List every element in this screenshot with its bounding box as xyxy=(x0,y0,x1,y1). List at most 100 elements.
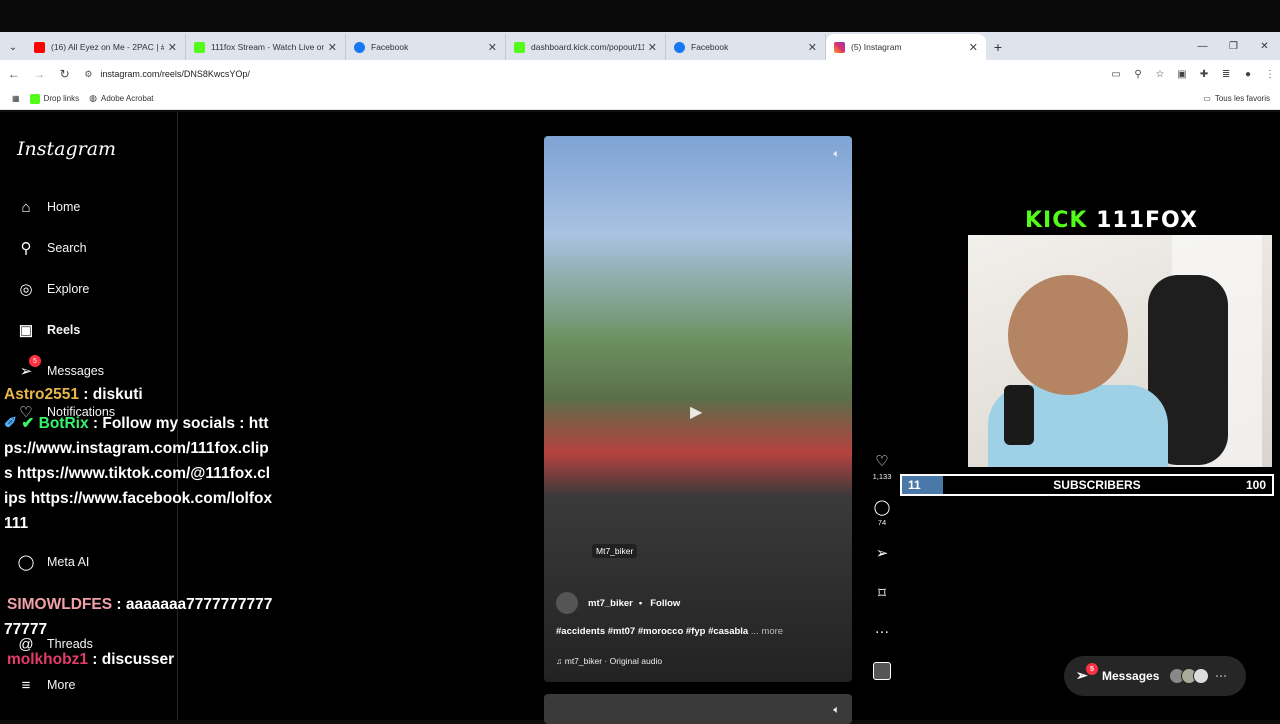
messages-badge: 5 xyxy=(29,355,41,367)
tab-title: Facebook xyxy=(691,42,729,52)
sidebar-item-search[interactable]: ⚲ Search xyxy=(17,239,87,257)
sidebar-item-reels[interactable]: ▣ Reels xyxy=(17,321,80,339)
user-tag[interactable]: Mt7_biker xyxy=(592,544,638,558)
share-action[interactable]: ➢ xyxy=(870,544,894,562)
menu-dots-icon[interactable]: ⋮ xyxy=(1260,64,1280,84)
apps-grid-icon[interactable]: ▦ xyxy=(12,94,20,103)
reel-author: mt7_biker • Follow xyxy=(556,592,680,614)
tab-kick-stream[interactable]: 111fox Stream - Watch Live on ✕ xyxy=(186,34,346,60)
tab-kick-dashboard[interactable]: dashboard.kick.com/popout/11 ✕ xyxy=(506,34,666,60)
address-bar[interactable]: ⚙ instagram.com/reels/DNS8KwcsYOp/ xyxy=(84,63,1090,85)
reel-audio[interactable]: ♫ mt7_biker · Original audio xyxy=(556,656,662,666)
sidebar-item-label: Explore xyxy=(47,282,90,296)
tab-title: dashboard.kick.com/popout/11 xyxy=(531,42,644,52)
cast-icon[interactable]: ▭ xyxy=(1106,64,1126,84)
tab-facebook-2[interactable]: Facebook ✕ xyxy=(666,34,826,60)
menu-icon: ≡ xyxy=(21,676,31,694)
save-action[interactable]: ⌑ xyxy=(870,584,894,602)
tab-facebook[interactable]: Facebook ✕ xyxy=(346,34,506,60)
sidebar-item-label: Home xyxy=(47,200,81,214)
play-icon[interactable]: ▶ xyxy=(690,402,702,422)
folder-icon: ▭ xyxy=(1203,94,1211,103)
comment-icon[interactable]: ◯ xyxy=(870,498,894,516)
close-icon[interactable]: ✕ xyxy=(969,41,978,54)
kick-logo-text: KICK xyxy=(1025,208,1088,233)
sidebar-item-home[interactable]: ⌂ Home xyxy=(17,198,80,216)
bookmark-drop-links[interactable]: Drop links xyxy=(29,93,80,104)
avatar xyxy=(1193,668,1210,684)
forward-icon[interactable]: → xyxy=(27,62,50,86)
minimize-icon[interactable]: — xyxy=(1187,32,1218,60)
sidebar-item-more[interactable]: ≡ More xyxy=(17,676,76,694)
sidebar-item-explore[interactable]: ◎ Explore xyxy=(17,280,89,298)
reload-icon[interactable]: ↻ xyxy=(53,62,76,86)
bookmark-label: Drop links xyxy=(43,94,80,103)
separator-dot: • xyxy=(638,597,643,609)
close-window-icon[interactable]: ✕ xyxy=(1249,32,1280,60)
caption-text: #accidents #mt07 #morocco #fyp #casabla xyxy=(556,626,749,637)
bookmark-icon[interactable]: ⌑ xyxy=(870,584,894,602)
facebook-icon xyxy=(354,41,365,53)
channel-name: 111FOX xyxy=(1096,208,1198,233)
bot-badge-icon: ✐ xyxy=(4,415,17,432)
url-text: instagram.com/reels/DNS8KwcsYOp/ xyxy=(100,69,250,79)
tab-instagram[interactable]: (5) Instagram ✕ xyxy=(826,34,986,60)
instagram-logo[interactable]: Instagram xyxy=(17,138,116,160)
stream-cam-title: KICK 111FOX xyxy=(1025,208,1198,233)
bookmark-adobe-acrobat[interactable]: ◍ Adobe Acrobat xyxy=(89,93,153,104)
avatar[interactable] xyxy=(556,592,578,614)
sidebar-item-meta-ai[interactable]: ◯ Meta AI xyxy=(17,553,90,571)
close-icon[interactable]: ✕ xyxy=(648,41,657,54)
close-icon[interactable]: ✕ xyxy=(328,41,337,54)
more-options-action[interactable]: … xyxy=(870,620,894,637)
like-action[interactable]: ♡ 1,133 xyxy=(870,452,894,481)
follow-button[interactable]: Follow xyxy=(650,598,680,609)
tab-title: (5) Instagram xyxy=(851,42,902,52)
sidebar-item-label: Messages xyxy=(47,364,104,378)
media-icon[interactable]: ≣ xyxy=(1216,64,1236,84)
tab-strip: ⌄ (16) All Eyez on Me - 2PAC | # ✕ 111fo… xyxy=(0,32,1280,60)
messages-pill[interactable]: ➢ 5 Messages ··· xyxy=(1064,656,1246,696)
puzzle-icon[interactable]: ✚ xyxy=(1194,64,1214,84)
site-info-icon[interactable]: ⚙ xyxy=(84,69,92,80)
bookmarks-bar: ▦ Drop links ◍ Adobe Acrobat ▭ Tous les … xyxy=(0,88,1280,110)
compass-icon: ◎ xyxy=(19,281,33,298)
sidebar-item-messages[interactable]: ➢ 5 Messages xyxy=(17,355,104,380)
tab-youtube[interactable]: (16) All Eyez on Me - 2PAC | # ✕ xyxy=(26,34,186,60)
star-icon[interactable]: ☆ xyxy=(1150,64,1170,84)
top-black-strip xyxy=(0,0,1280,32)
tab-title: 111fox Stream - Watch Live on xyxy=(211,42,324,52)
comment-count: 74 xyxy=(877,518,887,527)
close-icon[interactable]: ✕ xyxy=(168,41,177,54)
chat-message: SIMOWLDFES : aaaaaaa777777777777777 xyxy=(4,592,274,642)
volume-icon[interactable]: 🔈︎ xyxy=(833,148,840,161)
close-icon[interactable]: ✕ xyxy=(488,41,497,54)
reel-video[interactable]: 🔈︎ ▶ Mt7_biker mt7_biker • Follow #accid… xyxy=(544,136,852,682)
zoom-icon[interactable]: ⚲ xyxy=(1128,64,1148,84)
more-dots-icon[interactable]: … xyxy=(870,620,894,637)
chat-message: molkhobz1 : discusser xyxy=(4,647,274,672)
sidebar-item-label: Reels xyxy=(47,323,81,337)
restore-icon[interactable]: ❐ xyxy=(1218,32,1249,60)
caption-more-link[interactable]: ... more xyxy=(751,626,783,637)
cam-person-head xyxy=(1008,275,1128,395)
new-tab-button[interactable]: + xyxy=(986,34,1010,60)
messages-badge: 5 xyxy=(1086,663,1098,675)
comment-action[interactable]: ◯ 74 xyxy=(870,498,894,527)
all-bookmarks[interactable]: ▭ Tous les favoris xyxy=(1203,94,1270,103)
profile-icon[interactable]: ● xyxy=(1238,64,1258,84)
author-name[interactable]: mt7_biker xyxy=(588,598,633,609)
subscriber-label: SUBSCRIBERS xyxy=(1053,478,1141,492)
close-icon[interactable]: ✕ xyxy=(808,41,817,54)
kick-icon xyxy=(29,93,40,104)
volume-icon[interactable]: 🔈︎ xyxy=(833,704,840,717)
microphone-icon xyxy=(1004,385,1034,445)
chat-username: Astro2551 xyxy=(4,386,79,403)
audio-thumbnail[interactable] xyxy=(873,662,891,680)
back-icon[interactable]: ← xyxy=(2,62,25,86)
extension-icon[interactable]: ▣ xyxy=(1172,64,1192,84)
heart-icon[interactable]: ♡ xyxy=(870,452,894,470)
send-icon[interactable]: ➢ xyxy=(870,544,894,562)
chat-username: SIMOWLDFES xyxy=(7,596,113,613)
tab-search-chevron-icon[interactable]: ⌄ xyxy=(0,34,26,60)
